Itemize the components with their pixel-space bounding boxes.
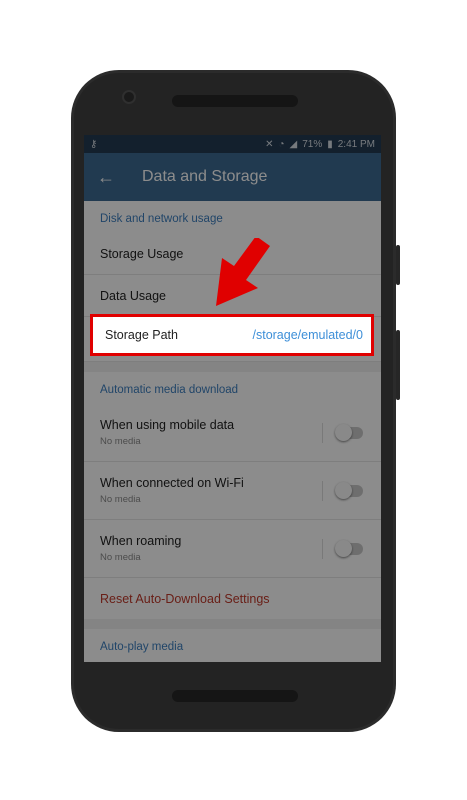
toggle-knob (335, 539, 352, 557)
mobile-data-toggle[interactable] (335, 423, 363, 441)
divider (322, 538, 323, 559)
signal-icon: ◢ (289, 138, 298, 150)
storage-path-item[interactable]: Storage Path /storage/emulated/0 (90, 314, 374, 356)
front-camera (124, 92, 134, 102)
key-icon: ⚷ (90, 138, 98, 150)
mobile-data-title: When using mobile data (100, 418, 235, 432)
reset-auto-download-button[interactable]: Reset Auto-Download Settings (84, 578, 381, 619)
roaming-toggle-wrap (322, 538, 363, 559)
section-header-auto-play: Auto-play media (84, 629, 381, 661)
roaming-title: When roaming (100, 534, 182, 548)
page-title: Data and Storage (142, 168, 268, 185)
wifi-toggle[interactable] (335, 481, 363, 499)
wifi-subtitle: No media (100, 494, 141, 505)
wifi-icon: ◔ (278, 138, 285, 150)
power-button (396, 245, 400, 285)
divider (322, 480, 323, 501)
battery-level: 71% (302, 138, 323, 150)
phone-screen: ⚷ ✕ ◔ ◢ 71% ▮ 2:41 PM ← Data and Storage… (84, 135, 381, 662)
mobile-data-item[interactable]: When using mobile data No media (84, 404, 381, 462)
app-bar: ← Data and Storage (84, 153, 381, 201)
storage-path-value: /storage/emulated/0 (252, 328, 364, 342)
section-header-disk: Disk and network usage (100, 213, 223, 225)
wifi-title: When connected on Wi-Fi (100, 476, 244, 490)
toggle-knob (335, 481, 352, 499)
volume-button (396, 330, 400, 400)
mobile-data-toggle-wrap (322, 422, 363, 443)
mute-icon: ✕ (265, 138, 274, 150)
battery-icon: ▮ (327, 138, 333, 150)
section-header-auto-download: Automatic media download (84, 372, 381, 404)
data-usage-label: Data Usage (100, 288, 167, 303)
section-divider (84, 362, 381, 372)
roaming-toggle[interactable] (335, 539, 363, 557)
roaming-subtitle: No media (100, 552, 141, 563)
storage-usage-label: Storage Usage (100, 246, 184, 261)
divider (322, 422, 323, 443)
wifi-item[interactable]: When connected on Wi-Fi No media (84, 462, 381, 520)
top-speaker (172, 95, 298, 107)
status-bar: ⚷ ✕ ◔ ◢ 71% ▮ 2:41 PM (84, 135, 381, 153)
toggle-knob (335, 423, 352, 441)
back-arrow-icon[interactable]: ← (84, 167, 128, 188)
mobile-data-subtitle: No media (100, 436, 141, 447)
roaming-item[interactable]: When roaming No media (84, 520, 381, 578)
storage-path-label: Storage Path (105, 328, 178, 342)
bottom-speaker (172, 690, 298, 702)
red-arrow-icon (216, 238, 270, 306)
clock: 2:41 PM (337, 138, 375, 150)
wifi-toggle-wrap (322, 480, 363, 501)
section-divider (84, 619, 381, 629)
